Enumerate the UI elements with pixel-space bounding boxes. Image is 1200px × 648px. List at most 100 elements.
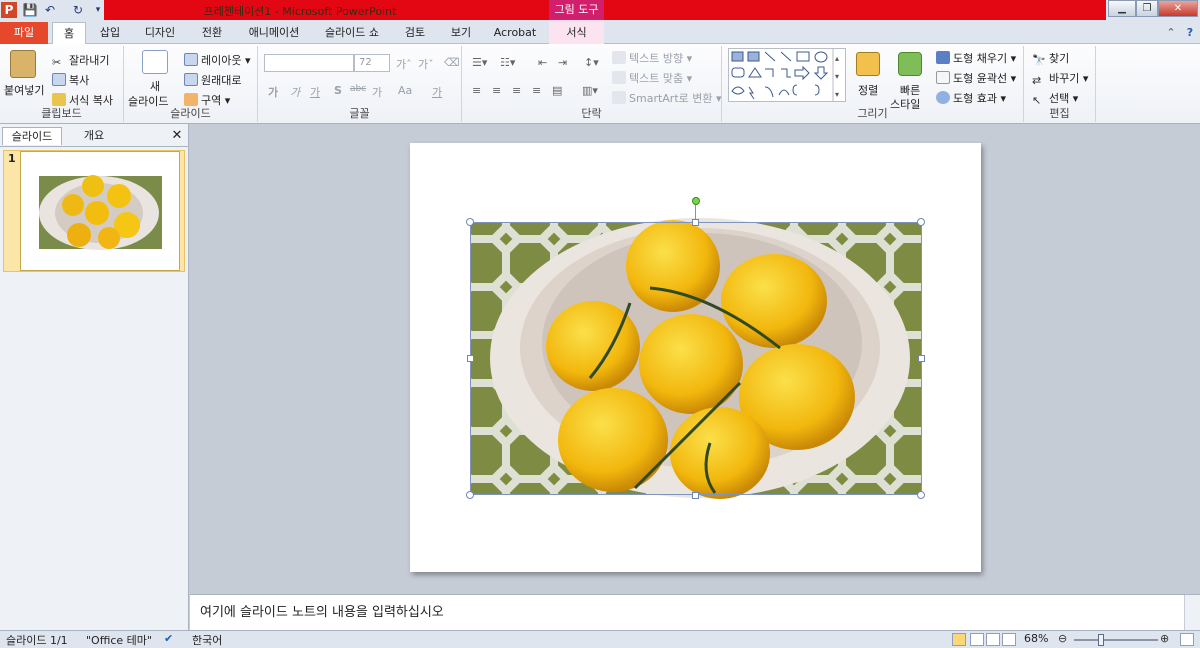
lemons-thumbnail-image (39, 175, 162, 250)
quick-styles-button[interactable]: 스타일 (890, 96, 920, 112)
tab-design[interactable]: 디자인 (136, 22, 184, 44)
scissors-icon: ✂ (52, 56, 62, 69)
font-size-combo[interactable]: 72 (354, 54, 390, 72)
cut-button[interactable]: ✂ 잘라내기 (52, 52, 109, 69)
slide-thumbnail[interactable] (20, 151, 180, 271)
reset-label: 원래대로 (201, 74, 242, 87)
zoom-slider-thumb[interactable] (1098, 634, 1104, 646)
notes-scrollbar[interactable] (1184, 595, 1200, 631)
text-direction-button[interactable]: 텍스트 방향 ▾ (612, 50, 692, 66)
justify-icon[interactable]: ≡ (532, 84, 541, 97)
align-right-icon[interactable]: ≡ (512, 84, 521, 97)
zoom-out-icon[interactable]: ⊖ (1058, 632, 1067, 645)
numbering-icon[interactable]: ☷▾ (500, 56, 515, 69)
tab-home[interactable]: 홈 (52, 22, 86, 44)
new-slide-label-1[interactable]: 새 (150, 78, 160, 94)
font-name-combo[interactable] (264, 54, 354, 72)
resize-handle-bottom-right[interactable] (917, 491, 925, 499)
tab-slideshow[interactable]: 슬라이드 쇼 (316, 22, 388, 44)
align-left-icon[interactable]: ≡ (472, 84, 481, 97)
resize-handle-right[interactable] (918, 355, 925, 362)
tab-file[interactable]: 파일 (0, 22, 48, 44)
notes-pane[interactable]: 여기에 슬라이드 노트의 내용을 입력하십시오 (190, 594, 1200, 631)
tab-slides[interactable]: 슬라이드 (2, 127, 62, 145)
tab-transitions[interactable]: 전환 (192, 22, 232, 44)
shape-effects-button[interactable]: 도형 효과 ▾ (936, 90, 1006, 106)
minimize-button[interactable]: ▁ (1108, 0, 1136, 17)
svg-text:▴: ▴ (835, 54, 839, 63)
paste-icon[interactable] (10, 50, 36, 78)
shrink-font-icon[interactable]: 가ˇ (418, 56, 434, 72)
language-indicator[interactable]: 한국어 (192, 632, 222, 648)
normal-view-icon[interactable] (952, 633, 966, 646)
find-button[interactable]: 🔭 찾기 (1032, 50, 1069, 67)
bold-button[interactable]: 가 (268, 84, 278, 100)
underline-button[interactable]: 가 (310, 84, 320, 100)
distribute-icon[interactable]: ▤ (552, 84, 562, 97)
resize-handle-bottom-left[interactable] (466, 491, 474, 499)
text-direction-icon (612, 51, 626, 64)
font-color-button[interactable]: 가 (432, 84, 442, 100)
bullets-icon[interactable]: ☰▾ (472, 56, 487, 69)
quick-styles-icon[interactable] (898, 52, 922, 76)
shape-fill-button[interactable]: 도형 채우기 ▾ (936, 50, 1016, 66)
italic-button[interactable]: 가 (290, 84, 300, 100)
layout-button[interactable]: 레이아웃 ▾ (184, 52, 251, 68)
zoom-slider-track[interactable] (1074, 639, 1158, 641)
tab-view[interactable]: 보기 (442, 22, 480, 44)
select-label: 선택 (1049, 92, 1070, 105)
find-label: 찾기 (1049, 52, 1070, 65)
ribbon-minimize-icon[interactable]: ⌃ (1164, 22, 1178, 44)
tab-insert[interactable]: 삽입 (92, 22, 128, 44)
tab-review[interactable]: 검토 (396, 22, 434, 44)
line-spacing-icon[interactable]: ↕▾ (584, 56, 599, 69)
grow-font-icon[interactable]: 가ˆ (396, 56, 412, 72)
slideshow-view-icon[interactable] (1002, 633, 1016, 646)
clear-format-icon[interactable]: ⌫ (444, 56, 460, 69)
font-group: 72 가ˆ 가ˇ ⌫ 가 가 가 S abc 가 Aa 가 글꼴 (258, 46, 462, 122)
close-pane-icon[interactable]: ✕ (168, 127, 186, 145)
align-center-icon[interactable]: ≡ (492, 84, 501, 97)
strikethrough-button[interactable]: abc (350, 84, 366, 94)
svg-text:▾: ▾ (835, 90, 839, 99)
arrange-icon[interactable] (856, 52, 880, 76)
smartart-button[interactable]: SmartArt로 변환 ▾ (612, 90, 722, 106)
pencil-icon (936, 71, 950, 84)
columns-icon[interactable]: ▥▾ (582, 84, 598, 97)
rotation-handle[interactable] (692, 197, 700, 205)
arrange-button[interactable]: 정렬 (858, 82, 878, 98)
char-spacing-button[interactable]: 가 (372, 84, 382, 100)
spell-check-icon[interactable]: ✔ (164, 632, 173, 645)
tab-acrobat[interactable]: Acrobat (488, 22, 542, 44)
tab-outline[interactable]: 개요 (66, 127, 122, 145)
resize-handle-bottom[interactable] (692, 492, 699, 499)
copy-button[interactable]: 복사 (52, 72, 89, 88)
tab-format[interactable]: 서식 (549, 22, 604, 44)
restore-button[interactable]: ❐ (1136, 0, 1158, 17)
replace-button[interactable]: ⇄ 바꾸기 ▾ (1032, 70, 1088, 87)
resize-handle-top-left[interactable] (466, 218, 474, 226)
align-text-button[interactable]: 텍스트 맞춤 ▾ (612, 70, 692, 86)
decrease-indent-icon[interactable]: ⇤ (538, 56, 547, 69)
theme-name[interactable]: "Office 테마" (86, 632, 152, 648)
slide-sorter-view-icon[interactable] (970, 633, 984, 646)
resize-handle-left[interactable] (467, 355, 474, 362)
resize-handle-top-right[interactable] (917, 218, 925, 226)
fit-to-window-icon[interactable] (1180, 633, 1194, 646)
shadow-button[interactable]: S (334, 84, 342, 97)
tab-animations[interactable]: 애니메이션 (240, 22, 308, 44)
shape-outline-button[interactable]: 도형 윤곽선 ▾ (936, 70, 1016, 86)
change-case-button[interactable]: Aa (398, 84, 412, 97)
slide-canvas[interactable] (410, 143, 981, 572)
shapes-gallery[interactable]: ▴ ▾ ▾ (728, 48, 846, 102)
increase-indent-icon[interactable]: ⇥ (558, 56, 567, 69)
resize-handle-top[interactable] (692, 219, 699, 226)
reset-button[interactable]: 원래대로 (184, 72, 241, 88)
reading-view-icon[interactable] (986, 633, 1000, 646)
help-icon[interactable]: ? (1182, 22, 1198, 44)
zoom-in-icon[interactable]: ⊕ (1160, 632, 1169, 645)
paste-button[interactable]: 붙여넣기 (4, 82, 44, 98)
new-slide-icon[interactable] (142, 50, 168, 74)
close-button[interactable]: ✕ (1158, 0, 1198, 17)
zoom-level[interactable]: 68% (1024, 632, 1048, 645)
